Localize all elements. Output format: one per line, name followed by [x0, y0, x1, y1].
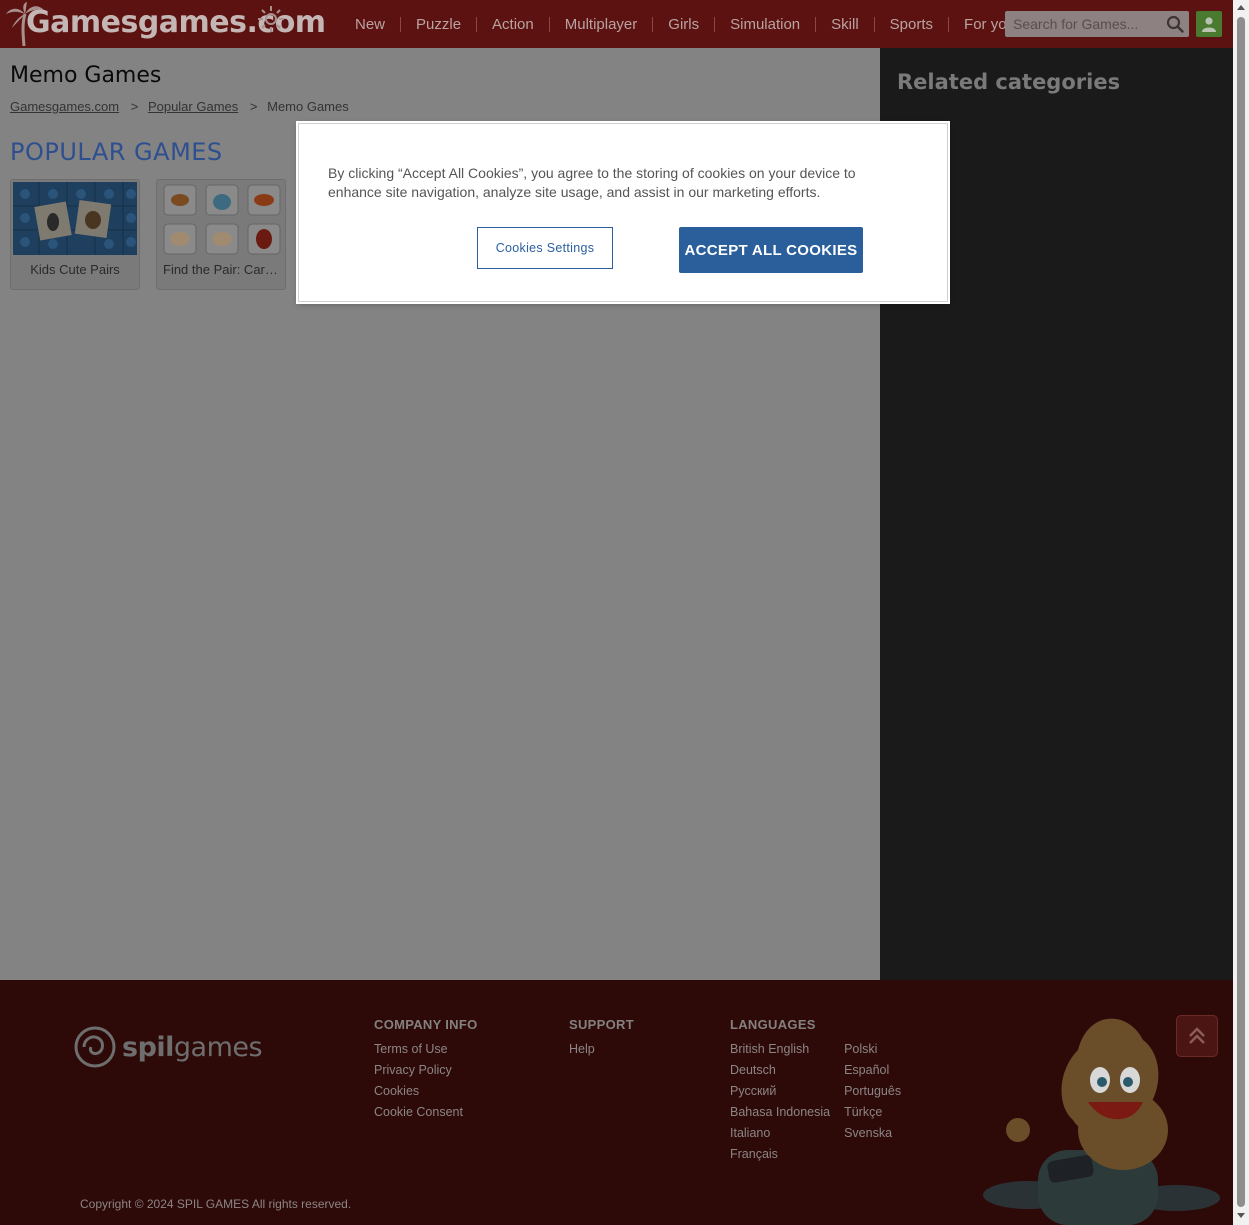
search-box [1005, 11, 1189, 37]
section-title: POPULAR GAMES [10, 138, 223, 166]
footer-link-cookies[interactable]: Cookies [374, 1081, 478, 1102]
scroll-down-arrow-icon[interactable] [1237, 1211, 1245, 1219]
footer-support: SUPPORT Help [569, 1017, 634, 1060]
nav-multiplayer[interactable]: Multiplayer [550, 16, 653, 33]
footer-link-help[interactable]: Help [569, 1039, 634, 1060]
breadcrumb-popular-games[interactable]: Popular Games [148, 99, 238, 114]
game-thumbnail [159, 182, 283, 255]
footer-heading: SUPPORT [569, 1017, 634, 1032]
language-link[interactable]: Italiano [730, 1123, 830, 1144]
nav-new[interactable]: New [340, 16, 400, 33]
game-card[interactable]: Kids Cute Pairs [10, 179, 140, 290]
scroll-up-arrow-icon[interactable] [1237, 4, 1245, 12]
language-link[interactable]: Français [730, 1144, 830, 1165]
back-to-top-button[interactable] [1176, 1015, 1218, 1057]
nav-sports[interactable]: Sports [875, 16, 948, 33]
nav-action[interactable]: Action [477, 16, 549, 33]
user-account-button[interactable] [1196, 11, 1222, 37]
scrollbar-thumb[interactable] [1237, 17, 1245, 1207]
language-list: British English Deutsch Русский Bahasa I… [730, 1039, 915, 1165]
language-link[interactable]: Español [844, 1060, 901, 1081]
language-link[interactable]: Português [844, 1081, 901, 1102]
language-link[interactable]: Polski [844, 1039, 901, 1060]
footer-heading: COMPANY INFO [374, 1017, 478, 1032]
game-title: Kids Cute Pairs [30, 262, 120, 277]
breadcrumb-current: Memo Games [267, 99, 349, 114]
breadcrumb-separator: > [249, 99, 258, 114]
sun-icon [258, 6, 284, 32]
cookies-settings-button[interactable]: Cookies Settings [477, 227, 613, 269]
language-link[interactable]: Svenska [844, 1123, 901, 1144]
user-icon [1202, 17, 1216, 32]
nav-girls[interactable]: Girls [653, 16, 714, 33]
breadcrumb-separator: > [130, 99, 139, 114]
game-title: Find the Pair: Cartoon [163, 262, 285, 277]
language-column: British English Deutsch Русский Bahasa I… [730, 1039, 830, 1165]
game-card[interactable]: Find the Pair: Cartoon [156, 179, 286, 290]
language-link[interactable]: British English [730, 1039, 830, 1060]
nav-simulation[interactable]: Simulation [715, 16, 815, 33]
site-footer: spilgames COMPANY INFO Terms of Use Priv… [0, 980, 1233, 1225]
footer-languages: LANGUAGES British English Deutsch Русски… [730, 1017, 915, 1165]
site-header: Gamesgames.com New Puzzle Action Multipl… [0, 0, 1233, 48]
language-link[interactable]: Русский [730, 1081, 830, 1102]
nav-skill[interactable]: Skill [816, 16, 874, 33]
language-link[interactable]: Deutsch [730, 1060, 830, 1081]
spil-swirl-icon [74, 1026, 116, 1068]
main-nav: New Puzzle Action Multiplayer Girls Simu… [340, 0, 1030, 48]
breadcrumb-home[interactable]: Gamesgames.com [10, 99, 119, 114]
page-title: Memo Games [10, 63, 162, 88]
page-scrollbar[interactable] [1233, 0, 1249, 1225]
accept-all-cookies-button[interactable]: ACCEPT ALL COOKIES [679, 227, 863, 273]
footer-company-info: COMPANY INFO Terms of Use Privacy Policy… [374, 1017, 478, 1123]
nav-puzzle[interactable]: Puzzle [401, 16, 476, 33]
language-link[interactable]: Bahasa Indonesia [730, 1102, 830, 1123]
search-input[interactable] [1005, 11, 1155, 37]
footer-link-privacy[interactable]: Privacy Policy [374, 1060, 478, 1081]
search-icon[interactable] [1166, 15, 1184, 33]
spilgames-logo[interactable]: spilgames [74, 1026, 263, 1068]
spilgames-wordmark: spilgames [122, 1031, 263, 1063]
footer-link-terms[interactable]: Terms of Use [374, 1039, 478, 1060]
language-column: Polski Español Português Türkçe Svenska [844, 1039, 901, 1165]
footer-link-cookie-consent[interactable]: Cookie Consent [374, 1102, 478, 1123]
cookie-consent-text: By clicking “Accept All Cookies”, you ag… [328, 165, 856, 200]
breadcrumb: Gamesgames.com > Popular Games > Memo Ga… [10, 99, 349, 114]
game-thumbnail [13, 182, 137, 255]
language-link[interactable]: Türkçe [844, 1102, 901, 1123]
related-categories-heading: Related categories [897, 70, 1121, 94]
copyright: Copyright © 2024 SPIL GAMES All rights r… [80, 1197, 352, 1211]
footer-heading: LANGUAGES [730, 1017, 816, 1032]
cookie-consent-dialog: By clicking “Accept All Cookies”, you ag… [298, 123, 948, 302]
site-logo[interactable]: Gamesgames.com [6, 2, 326, 46]
double-chevron-up-icon [1189, 1027, 1205, 1044]
